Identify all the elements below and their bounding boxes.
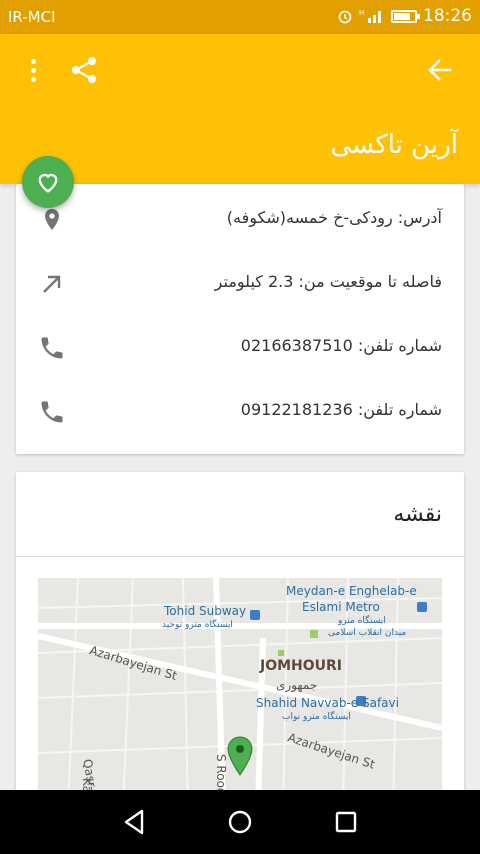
nav-recents-icon[interactable]: [330, 806, 362, 838]
map-label: میدان انقلاب اسلامی: [328, 628, 407, 638]
distance-text: فاصله تا موقعیت من: 2.3 کیلومتر: [214, 272, 442, 291]
map-heading: نقشه: [393, 502, 442, 527]
map-label: ایستگاه مترو نواب: [282, 712, 351, 722]
system-nav-bar: [0, 790, 480, 854]
address-row[interactable]: آدرس: رودکی-خ خمسه(شکوفه): [16, 188, 464, 252]
map-card: نقشه Meydan-e Enghelab-e Eslami Metro ای…: [16, 472, 464, 808]
map-label: ایستگاه مترو توحید: [162, 620, 233, 630]
alarm-icon: [338, 10, 352, 24]
map-label: ایستگاه مترو: [338, 616, 386, 626]
nav-home-icon[interactable]: [224, 806, 256, 838]
divider: [16, 556, 464, 557]
phone-icon: [41, 337, 63, 359]
status-bar: IR-MCI H 18:26: [0, 0, 480, 34]
back-arrow-icon[interactable]: [422, 52, 458, 88]
map-label: Shahid Navvab-e Safavi: [256, 696, 399, 710]
address-text: آدرس: رودکی-خ خمسه(شکوفه): [226, 208, 442, 227]
info-card: آدرس: رودکی-خ خمسه(شکوفه) فاصله تا موقعی…: [16, 184, 464, 454]
location-pin-icon: [45, 209, 59, 230]
phone-row-2[interactable]: شماره تلفن: 09122181236: [16, 380, 464, 444]
map-label: جمهوری: [276, 678, 318, 692]
page-title: آرین تاکسی: [330, 130, 458, 160]
map-label: JOMHOURI: [260, 658, 343, 674]
map-view[interactable]: Meydan-e Enghelab-e Eslami Metro ایستگاه…: [38, 578, 442, 808]
signal-icon: H: [359, 9, 381, 23]
status-icons: H 18:26: [337, 6, 472, 26]
phone-icon: [41, 401, 63, 423]
carrier-name: IR-MCI: [8, 8, 56, 26]
clock: 18:26: [423, 6, 472, 26]
battery-icon: [391, 9, 420, 23]
overflow-menu-icon[interactable]: [18, 52, 48, 88]
distance-row[interactable]: فاصله تا موقعیت من: 2.3 کیلومتر: [16, 252, 464, 316]
heart-icon: [38, 173, 58, 193]
phone-row-1[interactable]: شماره تلفن: 02166387510: [16, 316, 464, 380]
arrow-up-right-icon: [43, 275, 61, 293]
map-label: Meydan-e Enghelab-e: [286, 584, 417, 598]
nav-back-icon[interactable]: [118, 806, 150, 838]
share-icon[interactable]: [66, 52, 102, 88]
phone-text-2: شماره تلفن: 09122181236: [240, 400, 442, 419]
map-marker-icon[interactable]: [226, 736, 254, 776]
favorite-button[interactable]: [22, 156, 74, 208]
phone-text-1: شماره تلفن: 02166387510: [240, 336, 442, 355]
app-bar: آرین تاکسی: [0, 34, 480, 184]
svg-text:H: H: [359, 9, 364, 17]
map-label: Tohid Subway: [164, 604, 247, 618]
map-label: Eslami Metro: [302, 600, 380, 614]
